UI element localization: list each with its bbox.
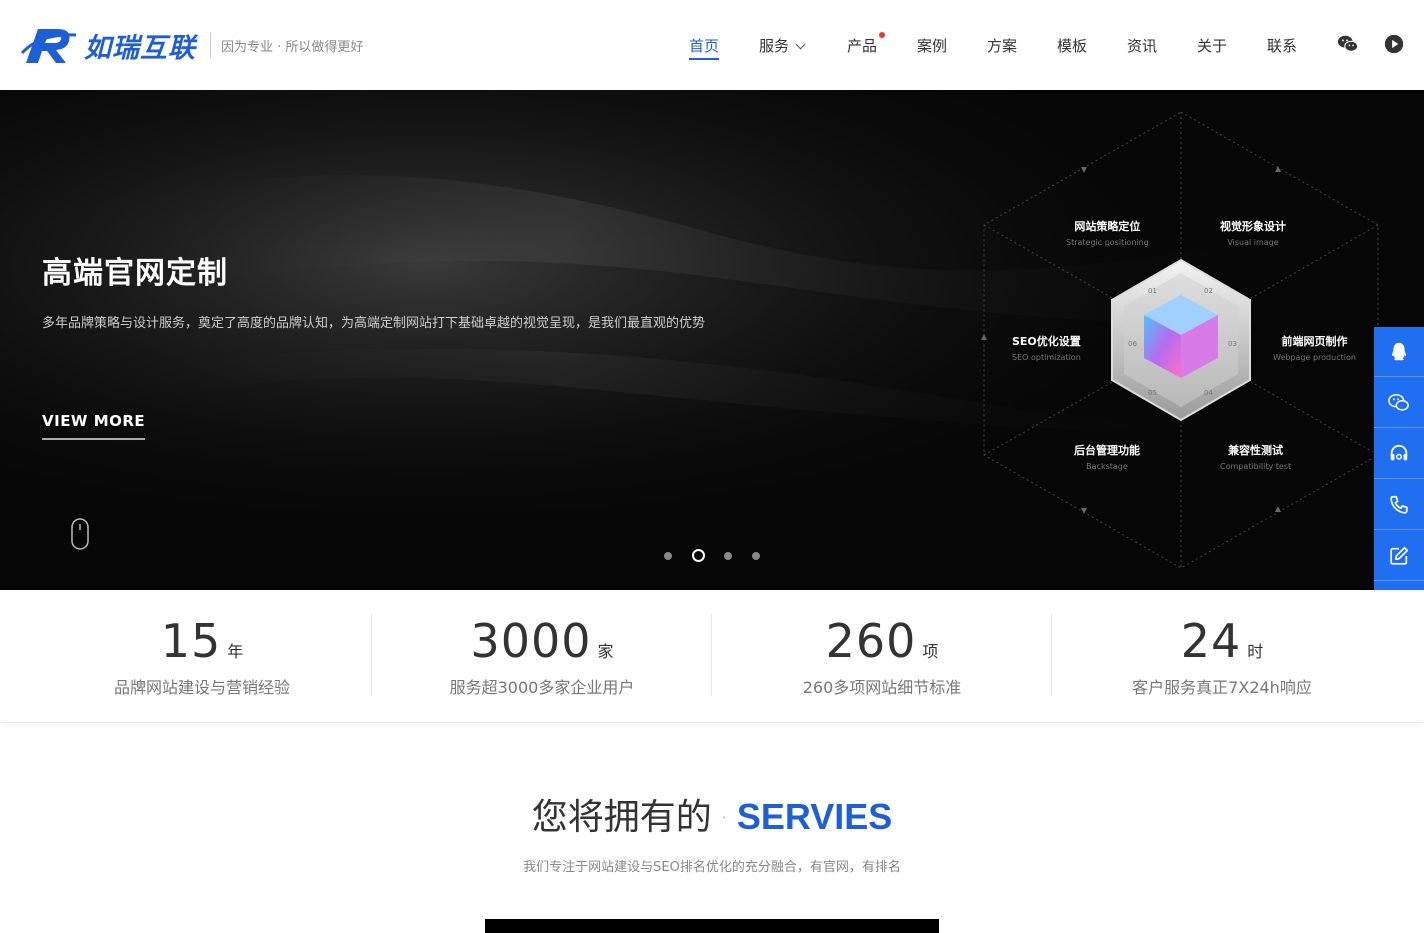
hex-label-en: Visual image bbox=[1227, 238, 1279, 247]
stat-item: 3000 家 服务超3000多家企业用户 bbox=[372, 614, 712, 698]
slider-dot-active[interactable] bbox=[692, 549, 705, 562]
hex-label-zh: 后台管理功能 bbox=[1074, 444, 1140, 457]
view-more-button[interactable]: VIEW MORE bbox=[42, 412, 146, 440]
stat-item: 24 时 客户服务真正7X24h响应 bbox=[1052, 614, 1392, 698]
stat-unit: 家 bbox=[597, 642, 614, 661]
qq-icon bbox=[1392, 342, 1406, 360]
stat-number: 260 bbox=[825, 614, 917, 668]
headset-icon bbox=[1390, 444, 1408, 460]
stats-section: 15 年 品牌网站建设与营销经验 3000 家 服务超3000多家企业用户 260 项… bbox=[0, 590, 1424, 723]
hex-label-zh: 兼容性测试 bbox=[1228, 444, 1284, 457]
nav-item-label: 产品 bbox=[847, 37, 878, 55]
hex-label-en: Backstage bbox=[1086, 462, 1128, 471]
brand-slogan: 因为专业 · 所以做得更好 bbox=[221, 39, 364, 55]
stat-item: 260 项 260多项网站细节标准 bbox=[712, 614, 1052, 698]
message-button[interactable] bbox=[1374, 531, 1424, 581]
slider-dot[interactable] bbox=[724, 552, 732, 560]
slider-dot[interactable] bbox=[664, 552, 672, 560]
stat-item: 15 年 品牌网站建设与营销经验 bbox=[32, 614, 372, 698]
stat-description: 品牌网站建设与营销经验 bbox=[113, 678, 290, 697]
service-hexagon-diagram: 01 02 06 03 05 04 网站策略定位 Strategic positioni… bbox=[978, 110, 1388, 570]
svg-text:03: 03 bbox=[1228, 340, 1237, 348]
hex-label-en: Webpage production bbox=[1273, 353, 1356, 362]
title-separator: · bbox=[721, 808, 727, 827]
stat-unit: 年 bbox=[227, 642, 244, 661]
stat-number: 24 bbox=[1180, 614, 1242, 668]
stat-unit: 项 bbox=[922, 642, 939, 661]
slider-dot[interactable] bbox=[752, 552, 760, 560]
site-logo[interactable]: 如瑞互联 因为专业 · 所以做得更好 bbox=[20, 22, 363, 68]
nav-item-about[interactable]: 关于 bbox=[1197, 35, 1227, 56]
hex-label-webpage: 前端网页制作 Webpage production bbox=[1273, 333, 1356, 362]
hex-label-backstage: 后台管理功能 Backstage bbox=[1074, 442, 1140, 471]
nav-item-cases[interactable]: 案例 bbox=[917, 35, 947, 56]
hex-label-en: Compatibility test bbox=[1220, 462, 1292, 471]
logo-r-icon bbox=[20, 29, 77, 63]
scroll-mouse-icon[interactable] bbox=[71, 518, 89, 550]
nav-item-products[interactable]: 产品 bbox=[847, 32, 886, 56]
nav-item-services[interactable]: 服务 bbox=[759, 35, 806, 56]
stat-description: 服务超3000多家企业用户 bbox=[449, 678, 635, 697]
hex-label-en: Strategic positioning bbox=[1066, 238, 1149, 247]
phone-button[interactable] bbox=[1374, 480, 1424, 530]
hex-label-zh: 前端网页制作 bbox=[1281, 335, 1348, 348]
nav-item-news[interactable]: 资讯 bbox=[1127, 35, 1157, 56]
svg-text:04: 04 bbox=[1204, 389, 1213, 397]
stat-number: 15 bbox=[160, 614, 222, 668]
nav-item-label: 服务 bbox=[759, 37, 790, 55]
svg-text:02: 02 bbox=[1204, 287, 1213, 295]
svg-text:05: 05 bbox=[1148, 389, 1157, 397]
play-icon[interactable] bbox=[1383, 33, 1405, 55]
services-heading: 您将拥有的 · SERVIES bbox=[0, 788, 1424, 840]
stat-description: 客户服务真正7X24h响应 bbox=[1132, 678, 1312, 697]
support-button[interactable] bbox=[1374, 429, 1424, 479]
nav-item-home[interactable]: 首页 bbox=[689, 35, 720, 60]
hero-title: 高端官网定制 bbox=[42, 256, 228, 291]
stat-number: 3000 bbox=[470, 614, 592, 668]
hex-label-zh: SEO优化设置 bbox=[1012, 335, 1081, 348]
phone-icon bbox=[1390, 495, 1408, 514]
site-header: 如瑞互联 因为专业 · 所以做得更好 首页 服务 产品 案例 方案 模板 资讯 … bbox=[0, 0, 1424, 90]
hero-banner: 高端官网定制 多年品牌策略与设计服务，奠定了高度的品牌认知，为高端定制网站打下基… bbox=[0, 90, 1424, 590]
chevron-down-icon bbox=[795, 39, 806, 50]
wechat-button[interactable] bbox=[1374, 378, 1424, 428]
wechat-icon[interactable] bbox=[1337, 33, 1359, 55]
wechat-icon bbox=[1388, 393, 1409, 411]
brand-name: 如瑞互联 bbox=[84, 32, 196, 64]
stat-description: 260多项网站细节标准 bbox=[802, 678, 962, 697]
hero-subtitle: 多年品牌策略与设计服务，奠定了高度的品牌认知，为高端定制网站打下基础卓越的视觉呈… bbox=[42, 316, 706, 331]
services-subtitle: 我们专注于网站建设与SEO排名优化的充分融合，有官网，有排名 bbox=[523, 860, 901, 875]
hex-label-zh: 视觉形象设计 bbox=[1220, 220, 1286, 233]
stat-unit: 时 bbox=[1247, 642, 1264, 661]
nav-item-templates[interactable]: 模板 bbox=[1057, 35, 1087, 56]
new-badge-dot bbox=[879, 32, 886, 38]
hex-label-seo: SEO优化设置 SEO optimization bbox=[1012, 333, 1081, 362]
hex-label-zh: 网站策略定位 bbox=[1074, 220, 1141, 233]
svg-text:06: 06 bbox=[1128, 340, 1137, 348]
logo-divider bbox=[210, 32, 211, 58]
nav-item-solutions[interactable]: 方案 bbox=[987, 35, 1017, 56]
services-title-en: SERVIES bbox=[736, 796, 893, 837]
services-tab-bar bbox=[485, 919, 939, 933]
hex-label-strategy: 网站策略定位 Strategic positioning bbox=[1066, 218, 1149, 247]
hex-label-visual: 视觉形象设计 Visual image bbox=[1220, 218, 1286, 247]
nav-item-contact[interactable]: 联系 bbox=[1267, 35, 1297, 56]
services-title-zh: 您将拥有的 bbox=[531, 797, 712, 838]
qq-button[interactable] bbox=[1374, 327, 1424, 377]
floating-contact-bar bbox=[1374, 327, 1424, 633]
svg-text:01: 01 bbox=[1148, 287, 1157, 295]
hex-label-en: SEO optimization bbox=[1012, 353, 1081, 362]
edit-icon bbox=[1390, 546, 1409, 565]
hex-label-compatibility: 兼容性测试 Compatibility test bbox=[1220, 442, 1291, 471]
